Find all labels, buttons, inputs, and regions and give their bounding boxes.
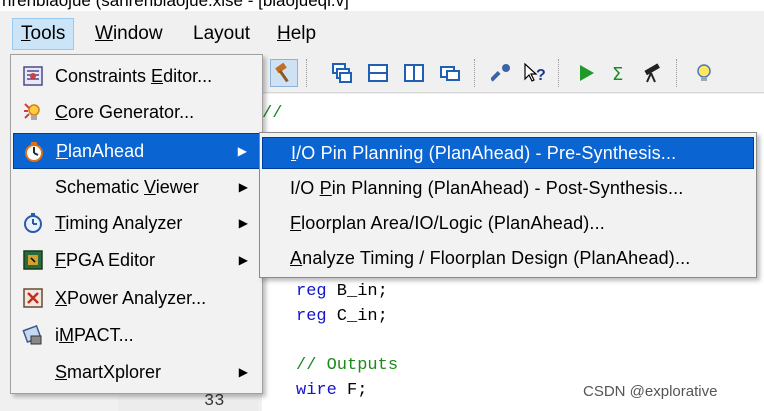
window-restore-icon[interactable] [436, 59, 464, 87]
submenu-arrow-icon: ▶ [238, 365, 248, 379]
menu-tools[interactable]: Tools [12, 18, 75, 50]
code-line: reg C_in; [296, 307, 388, 326]
submenu-arrow-icon: ▶ [237, 144, 247, 158]
menu-item-impact[interactable]: iMPACT... [13, 317, 260, 353]
constraints-icon [22, 65, 44, 87]
wrench-icon[interactable] [488, 59, 516, 87]
planahead-submenu: I/O Pin Planning (PlanAhead) - Pre-Synth… [259, 132, 757, 278]
code-line: // Outputs [296, 356, 399, 375]
submenu-item-io-pin-planning-pre-synthesis[interactable]: I/O Pin Planning (PlanAhead) - Pre-Synth… [262, 137, 754, 169]
toolbar: ? Σ [262, 55, 764, 93]
svg-text:?: ? [536, 67, 546, 84]
window-title: nrenbiaojue (sanrenbiaojue.xise - [biaoj… [0, 0, 764, 11]
help-pointer-icon[interactable]: ? [520, 59, 548, 87]
menu-bar: Tools Window Layout Help [0, 14, 764, 54]
code-comment: // [262, 104, 283, 123]
submenu-item-analyze-timing-floorplan-design[interactable]: Analyze Timing / Floorplan Design (PlanA… [262, 242, 754, 274]
watermark: CSDN @explorative [583, 383, 718, 400]
menu-item-fpga-editor[interactable]: FPGA Editor ▶ [13, 242, 260, 278]
cascade-windows-icon[interactable] [328, 59, 356, 87]
menu-item-constraints-editor[interactable]: Constraints Editor... [13, 58, 260, 94]
menu-item-schematic-viewer[interactable]: Schematic Viewer ▶ [13, 169, 260, 205]
submenu-arrow-icon: ▶ [238, 180, 248, 194]
code-line: reg B_in; [296, 282, 388, 301]
run-icon[interactable] [572, 59, 600, 87]
menu-item-planahead[interactable]: PlanAhead ▶ [13, 133, 260, 169]
hammer-icon[interactable] [270, 59, 298, 87]
tile-horizontal-icon[interactable] [364, 59, 392, 87]
stopwatch-icon [22, 212, 44, 234]
menu-help[interactable]: Help [269, 18, 324, 50]
core-generator-icon [22, 101, 44, 123]
tools-menu: Constraints Editor... Core Generator... … [10, 54, 263, 394]
fpga-editor-icon [22, 249, 44, 271]
menu-item-core-generator[interactable]: Core Generator... [13, 94, 260, 130]
submenu-item-io-pin-planning-post-synthesis[interactable]: I/O Pin Planning (PlanAhead) - Post-Synt… [262, 172, 754, 204]
code-line: wire F; [296, 381, 368, 400]
submenu-arrow-icon: ▶ [238, 216, 248, 230]
lightbulb-icon[interactable] [690, 59, 718, 87]
menu-item-smartxplorer[interactable]: SmartXplorer ▶ [13, 354, 260, 390]
menu-layout[interactable]: Layout [185, 18, 258, 50]
tile-vertical-icon[interactable] [400, 59, 428, 87]
submenu-item-floorplan-area-io-logic[interactable]: Floorplan Area/IO/Logic (PlanAhead)... [262, 207, 754, 239]
submenu-arrow-icon: ▶ [238, 253, 248, 267]
xpower-icon [22, 287, 44, 309]
planahead-icon [23, 141, 45, 163]
menu-item-xpower-analyzer[interactable]: XPower Analyzer... [13, 280, 260, 316]
line-number: 33 [204, 392, 225, 411]
menu-item-timing-analyzer[interactable]: Timing Analyzer ▶ [13, 205, 260, 241]
svg-text:Σ: Σ [612, 64, 623, 84]
menu-window[interactable]: Window [87, 18, 171, 50]
impact-icon [22, 324, 44, 346]
sigma-icon[interactable]: Σ [606, 59, 634, 87]
telescope-icon[interactable] [638, 59, 666, 87]
